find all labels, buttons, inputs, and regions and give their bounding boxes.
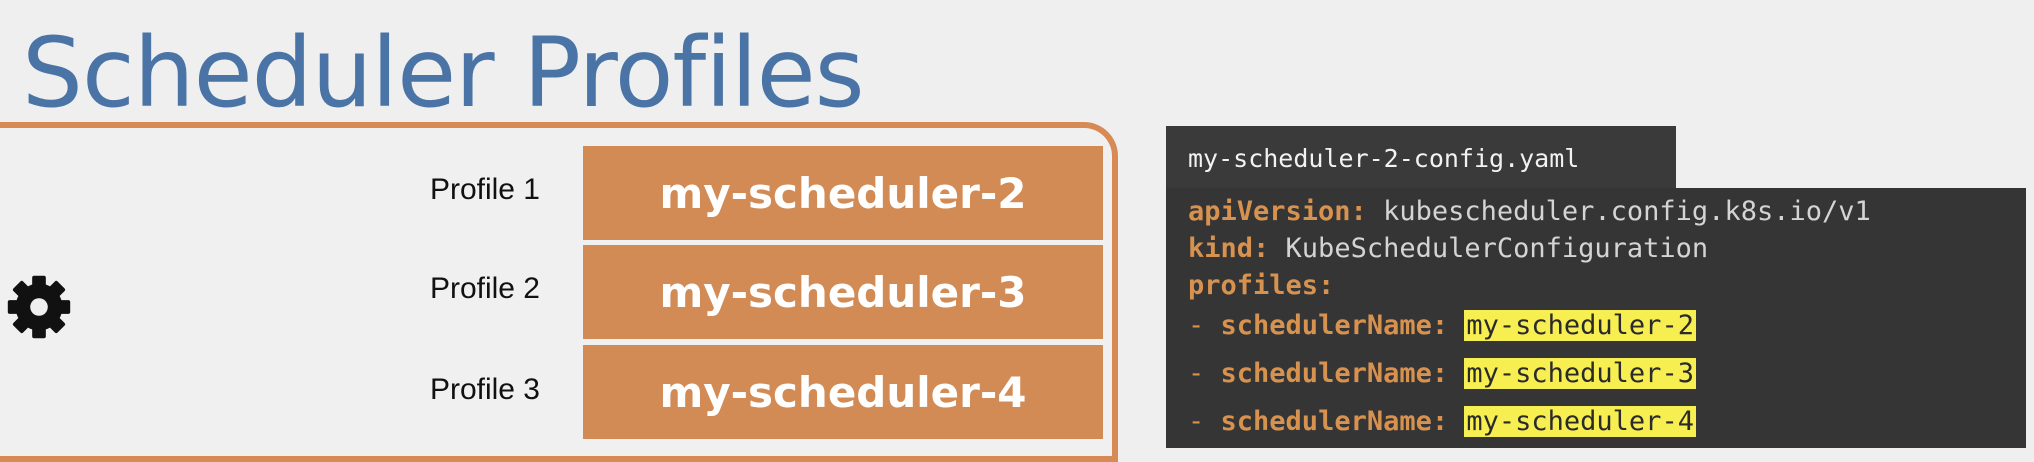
yaml-key: apiVersion: <box>1188 196 1367 227</box>
file-tab-label: my-scheduler-2-config.yaml <box>1188 143 1580 173</box>
code-line-scheduler-1: - schedulerName: my-scheduler-2 <box>1188 310 1696 341</box>
profile-3-label: Profile 3 <box>429 373 540 406</box>
highlighted-value: my-scheduler-2 <box>1464 310 1696 341</box>
yaml-value: KubeSchedulerConfiguration <box>1285 233 1709 264</box>
code-line-scheduler-3: - schedulerName: my-scheduler-4 <box>1188 406 1696 437</box>
yaml-key: schedulerName: <box>1220 406 1449 437</box>
gear-icon <box>7 275 71 339</box>
yaml-key: profiles: <box>1188 270 1335 301</box>
yaml-value: kubescheduler.config.k8s.io/v1 <box>1383 196 1871 227</box>
page-title: Scheduler Profiles <box>22 17 865 129</box>
profile-3-box: my-scheduler-4 <box>583 345 1103 439</box>
profile-2-box: my-scheduler-3 <box>583 245 1103 339</box>
profile-2-label: Profile 2 <box>429 272 540 305</box>
yaml-dash: - <box>1188 406 1205 437</box>
highlighted-value: my-scheduler-3 <box>1464 358 1696 389</box>
highlighted-value: my-scheduler-4 <box>1464 406 1696 437</box>
yaml-key: kind: <box>1188 233 1270 264</box>
code-line-apiversion: apiVersion: kubescheduler.config.k8s.io/… <box>1188 196 1871 227</box>
file-tab[interactable]: my-scheduler-2-config.yaml <box>1166 126 1676 190</box>
yaml-key: schedulerName: <box>1220 310 1449 341</box>
yaml-code-block: apiVersion: kubescheduler.config.k8s.io/… <box>1166 188 2026 448</box>
code-line-scheduler-2: - schedulerName: my-scheduler-3 <box>1188 358 1696 389</box>
code-line-profiles: profiles: <box>1188 270 1334 301</box>
yaml-dash: - <box>1188 310 1205 341</box>
code-line-kind: kind: KubeSchedulerConfiguration <box>1188 233 1708 264</box>
yaml-dash: - <box>1188 358 1205 389</box>
profile-1-box: my-scheduler-2 <box>583 146 1103 240</box>
yaml-key: schedulerName: <box>1220 358 1449 389</box>
profile-1-label: Profile 1 <box>429 173 540 206</box>
